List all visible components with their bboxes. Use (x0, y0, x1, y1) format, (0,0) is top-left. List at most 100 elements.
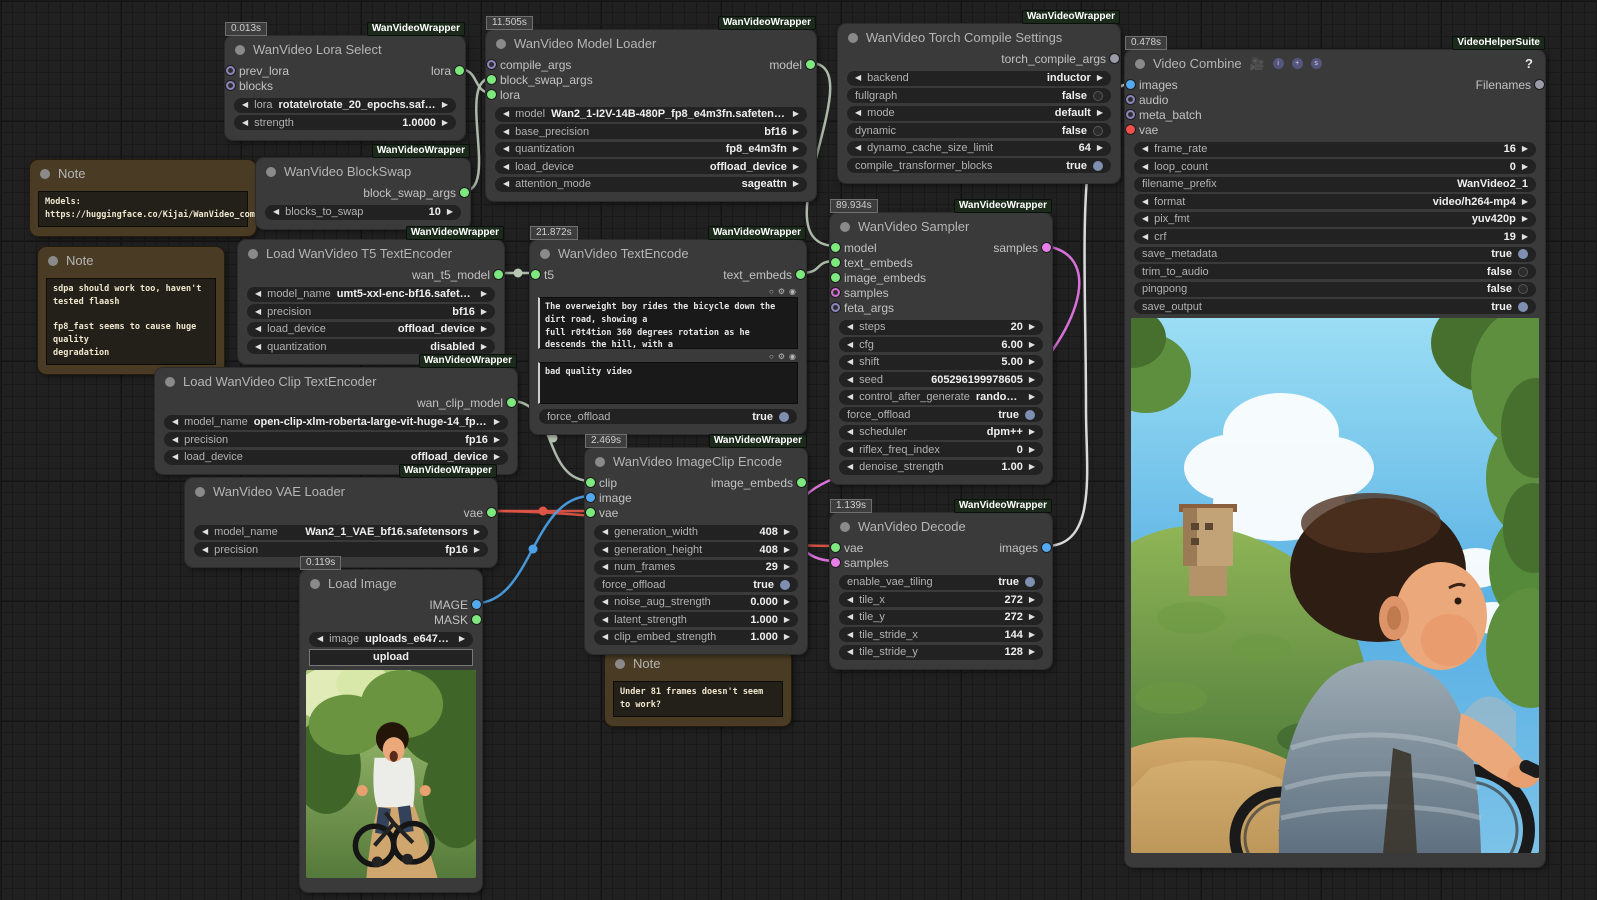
upload-button[interactable]: upload (309, 649, 473, 666)
wanvideo-lora-select[interactable]: 0.013s WanVideoWrapper WanVideo Lora Selec… (224, 22, 466, 141)
force-offload-toggle[interactable]: force_offload true (594, 577, 798, 592)
wanvideo-vae-loader[interactable]: WanVideoWrapper WanVideo VAE Loader vae ◀ mo… (184, 464, 498, 568)
noise-aug-strength-widget[interactable]: ◀ noise_aug_strength 0.000 ▶ (594, 594, 798, 610)
toggle-dot[interactable] (1025, 409, 1035, 420)
increment-arrow-icon[interactable]: ▶ (494, 418, 500, 426)
collapse-dot[interactable] (48, 255, 58, 266)
increment-arrow-icon[interactable]: ▶ (793, 180, 799, 188)
force-offload-toggle[interactable]: force_offload true (839, 407, 1043, 422)
fullgraph-toggle[interactable]: fullgraph false (847, 88, 1111, 103)
image-input-port[interactable] (586, 493, 595, 502)
increment-arrow-icon[interactable]: ▶ (1029, 648, 1035, 656)
increment-arrow-icon[interactable]: ▶ (1097, 144, 1103, 152)
frame-rate-widget[interactable]: ◀ frame_rate 16 ▶ (1134, 141, 1536, 157)
load-wanvideo-clip-textencoder[interactable]: WanVideoWrapper Load WanVideo Clip TextEn… (154, 354, 518, 475)
filenames-output-port[interactable] (1535, 80, 1544, 89)
vae-input-port[interactable] (831, 543, 840, 552)
decrement-arrow-icon[interactable]: ◀ (602, 563, 608, 571)
shift-widget[interactable]: ◀ shift 5.00 ▶ (839, 354, 1043, 370)
decrement-arrow-icon[interactable]: ◀ (273, 208, 279, 216)
vae-input-port[interactable] (586, 508, 595, 517)
quantization-widget[interactable]: ◀ quantization fp8_e4m3fn ▶ (495, 141, 807, 157)
collapse-dot[interactable] (595, 456, 605, 467)
decrement-arrow-icon[interactable]: ◀ (202, 528, 208, 536)
collapse-dot[interactable] (235, 44, 245, 55)
precision-widget[interactable]: ◀ precision fp16 ▶ (194, 542, 488, 557)
lora-output-port[interactable] (455, 66, 464, 75)
tile-stride-y-widget[interactable]: ◀ tile_stride_y 128 ▶ (839, 644, 1043, 660)
load-device-widget[interactable]: ◀ load_device offload_device ▶ (495, 159, 807, 174)
decrement-arrow-icon[interactable]: ◀ (202, 545, 208, 554)
increment-arrow-icon[interactable]: ▶ (1522, 232, 1528, 241)
num-frames-widget[interactable]: ◀ num_frames 29 ▶ (594, 559, 798, 575)
wan-t5-model-output-port[interactable] (494, 270, 503, 279)
trim-to-audio-toggle[interactable]: trim_to_audio false (1134, 264, 1536, 279)
input-image-preview[interactable] (306, 670, 476, 879)
save-output-toggle[interactable]: save_output true (1134, 299, 1536, 314)
audio-input-port[interactable] (1126, 95, 1135, 104)
video-combine[interactable]: 0.478s VideoHelperSuite Video Combine 🎥 i + s?… (1124, 36, 1546, 868)
decrement-arrow-icon[interactable]: ◀ (255, 307, 261, 316)
increment-arrow-icon[interactable]: ▶ (1029, 375, 1035, 384)
images-input-port[interactable] (1126, 80, 1135, 89)
text-embeds-input-port[interactable] (831, 258, 840, 267)
increment-arrow-icon[interactable]: ▶ (474, 545, 480, 554)
increment-arrow-icon[interactable]: ▶ (784, 545, 790, 554)
mode-widget[interactable]: ◀ mode default ▶ (847, 105, 1111, 121)
model-name-widget[interactable]: ◀ model_name umt5-xxl-enc-bf16.safetensors… (247, 286, 495, 302)
increment-arrow-icon[interactable]: ▶ (474, 528, 480, 536)
decrement-arrow-icon[interactable]: ◀ (847, 648, 853, 656)
increment-arrow-icon[interactable]: ▶ (459, 635, 465, 643)
samples-output-port[interactable] (1042, 243, 1051, 252)
pix-fmt-widget[interactable]: ◀ pix_fmt yuv420p ▶ (1134, 211, 1536, 227)
load-image[interactable]: 0.119s Load Image IMAGE MASK ◀ image uploads_e… (299, 556, 483, 894)
increment-arrow-icon[interactable]: ▶ (1029, 595, 1035, 604)
decrement-arrow-icon[interactable]: ◀ (847, 358, 853, 366)
increment-arrow-icon[interactable]: ▶ (1029, 393, 1035, 401)
note-sdpa[interactable]: Note sdpa should work too, haven't tested… (37, 246, 225, 375)
toggle-dot[interactable] (1093, 125, 1103, 136)
steps-widget[interactable]: ◀ steps 20 ▶ (839, 319, 1043, 335)
visibility-icon[interactable]: ○ (769, 287, 774, 296)
scheduler-widget[interactable]: ◀ scheduler dpm++ ▶ (839, 424, 1043, 440)
video-frame[interactable] (1131, 318, 1539, 853)
block-swap-args-input-port[interactable] (487, 75, 496, 84)
backend-widget[interactable]: ◀ backend inductor ▶ (847, 70, 1111, 86)
quantization-widget[interactable]: ◀ quantization disabled ▶ (247, 339, 495, 354)
collapse-dot[interactable] (840, 221, 850, 232)
toggle-dot[interactable] (1093, 90, 1103, 101)
positive-prompt-textarea[interactable]: The overweight boy rides the bicycle dow… (538, 297, 798, 349)
wanvideo-imageclip-encode[interactable]: 2.469s WanVideoWrapper WanVideo ImageClip … (584, 434, 808, 655)
cfg-widget[interactable]: ◀ cfg 6.00 ▶ (839, 337, 1043, 352)
image-embeds-input-port[interactable] (831, 273, 840, 282)
increment-arrow-icon[interactable]: ▶ (1029, 323, 1035, 331)
torch-compile-args-output-port[interactable] (1110, 54, 1119, 63)
increment-arrow-icon[interactable]: ▶ (481, 325, 487, 333)
decrement-arrow-icon[interactable]: ◀ (317, 635, 323, 643)
gear-icon[interactable]: ⚙ (778, 352, 785, 361)
wanvideo-torch-compile-settings[interactable]: WanVideoWrapper WanVideo Torch Compile Se… (837, 10, 1121, 184)
increment-arrow-icon[interactable]: ▶ (442, 118, 448, 127)
control-after-generate-widget[interactable]: ◀ control_after_generate randomize ▶ (839, 389, 1043, 405)
increment-arrow-icon[interactable]: ▶ (784, 598, 790, 606)
toggle-dot[interactable] (1518, 249, 1528, 259)
increment-arrow-icon[interactable]: ▶ (1522, 145, 1528, 153)
dynamic-toggle[interactable]: dynamic false (847, 123, 1111, 138)
decrement-arrow-icon[interactable]: ◀ (1142, 197, 1148, 206)
gear-icon[interactable]: ⚙ (778, 287, 785, 296)
increment-arrow-icon[interactable]: ▶ (784, 528, 790, 536)
increment-arrow-icon[interactable]: ▶ (494, 435, 500, 444)
attention-mode-widget[interactable]: ◀ attention_mode sageattn ▶ (495, 176, 807, 192)
toggle-dot[interactable] (1518, 301, 1528, 312)
collapse-dot[interactable] (165, 376, 175, 387)
loop-count-widget[interactable]: ◀ loop_count 0 ▶ (1134, 159, 1536, 174)
decrement-arrow-icon[interactable]: ◀ (242, 118, 248, 127)
tile-stride-x-widget[interactable]: ◀ tile_stride_x 144 ▶ (839, 627, 1043, 642)
latent-strength-widget[interactable]: ◀ latent_strength 1.000 ▶ (594, 612, 798, 627)
collapse-dot[interactable] (310, 578, 320, 589)
collapse-dot[interactable] (195, 486, 205, 497)
increment-arrow-icon[interactable]: ▶ (793, 127, 799, 136)
increment-arrow-icon[interactable]: ▶ (1029, 340, 1035, 349)
decrement-arrow-icon[interactable]: ◀ (847, 375, 853, 384)
image-widget[interactable]: ◀ image uploads_e6472106-4e... ▶ (309, 631, 473, 647)
